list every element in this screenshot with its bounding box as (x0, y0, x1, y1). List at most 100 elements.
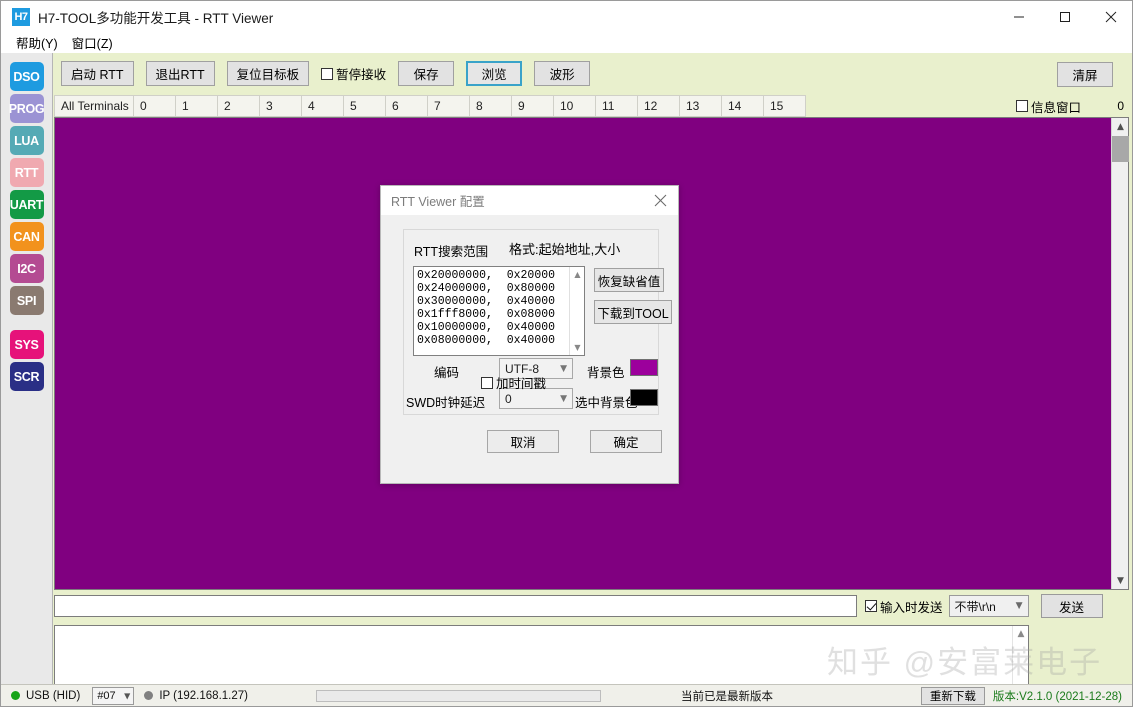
send-button[interactable]: 发送 (1040, 594, 1103, 618)
scroll-down-icon[interactable]: ▼ (570, 340, 584, 355)
tab-1[interactable]: 1 (176, 95, 218, 117)
application-window: H7 H7-TOOL多功能开发工具 - RTT Viewer 帮助(Y) 窗口(… (0, 0, 1133, 707)
tabstrip-right-area: 信息窗口 0 (1015, 95, 1132, 117)
checkbox-box-icon (865, 600, 877, 612)
tab-7[interactable]: 7 (428, 95, 470, 117)
close-icon[interactable] (1088, 1, 1132, 32)
scroll-up-icon[interactable]: ▲ (570, 267, 584, 282)
menu-bar: 帮助(Y) 窗口(Z) (1, 32, 1132, 53)
rtt-config-dialog: RTT Viewer 配置 RTT搜索范围 格式:起始地址,大小 0x20000… (380, 185, 679, 484)
tab-10[interactable]: 10 (554, 95, 596, 117)
log-content[interactable] (55, 626, 1028, 632)
tab-11[interactable]: 11 (596, 95, 638, 117)
tab-0[interactable]: 0 (134, 95, 176, 117)
window-controls (996, 1, 1132, 32)
window-title: H7-TOOL多功能开发工具 - RTT Viewer (38, 10, 274, 26)
redownload-button[interactable]: 重新下载 (920, 686, 985, 705)
sidebar-item-i2c[interactable]: I2C (9, 254, 44, 283)
terminal-scrollbar[interactable]: ▲ ▼ (1111, 118, 1129, 589)
tab-13[interactable]: 13 (680, 95, 722, 117)
toolbar: 启动 RTT 退出RTT 复位目标板 暂停接收 保存 浏览 波形 清屏 (53, 53, 1132, 94)
send-input[interactable] (54, 595, 857, 617)
tab-4[interactable]: 4 (302, 95, 344, 117)
ip-status-dot-icon (144, 691, 154, 700)
sidebar-item-can[interactable]: CAN (9, 222, 44, 251)
usb-status-dot-icon (11, 691, 20, 700)
sel-bgcolor-label: 选中背景色 (575, 396, 638, 410)
info-window-checkbox[interactable]: 信息窗口 (1015, 97, 1081, 116)
status-bar: USB (HID) #07 ▼ IP (192.168.1.27) 当前已是最新… (1, 684, 1132, 706)
info-window-label: 信息窗口 (1030, 100, 1081, 115)
title-bar: H7 H7-TOOL多功能开发工具 - RTT Viewer (1, 1, 1132, 32)
tab-2[interactable]: 2 (218, 95, 260, 117)
status-progress-bar (315, 689, 601, 702)
sidebar-item-dso[interactable]: DSO (9, 62, 44, 91)
dialog-close-icon[interactable] (642, 186, 678, 215)
download-to-tool-button[interactable]: 下载到TOOL (594, 300, 672, 324)
address-line: 0x1fff8000, 0x08000 (417, 308, 556, 321)
sidebar-item-scr[interactable]: SCR (9, 362, 44, 391)
tab-5[interactable]: 5 (344, 95, 386, 117)
newline-select[interactable]: 不带\r\n ▼ (948, 595, 1029, 617)
reset-target-button[interactable]: 复位目标板 (226, 61, 310, 86)
tab-3[interactable]: 3 (260, 95, 302, 117)
tab-15[interactable]: 15 (764, 95, 806, 117)
address-line: 0x20000000, 0x20000 (417, 269, 556, 282)
tab-9[interactable]: 9 (512, 95, 554, 117)
status-right-area: 重新下载 版本:V2.1.0 (2021-12-28) (920, 686, 1132, 705)
clear-screen-button[interactable]: 清屏 (1057, 62, 1113, 87)
format-hint-label: 格式:起始地址,大小 (509, 242, 621, 257)
sidebar-item-prog[interactable]: PROG (9, 94, 45, 123)
send-row: 输入时发送 不带\r\n ▼ 发送 (54, 593, 1132, 619)
dialog-title: RTT Viewer 配置 (391, 195, 485, 209)
status-message: 当前已是最新版本 (680, 690, 773, 703)
pause-receive-label: 暂停接收 (336, 68, 387, 82)
scroll-down-icon[interactable]: ▼ (1112, 572, 1129, 589)
pause-receive-checkbox[interactable]: 暂停接收 (321, 64, 386, 83)
checkbox-box-icon (321, 67, 334, 80)
scrollbar-thumb[interactable] (1112, 136, 1129, 162)
sidebar-divider (1, 318, 52, 327)
chevron-down-icon: ▼ (560, 393, 567, 404)
tab-all-terminals[interactable]: All Terminals (54, 95, 134, 117)
menu-item-help[interactable]: 帮助(Y) (9, 32, 65, 53)
sidebar-item-lua[interactable]: LUA (9, 126, 44, 155)
bgcolor-swatch[interactable] (630, 359, 658, 376)
maximize-icon[interactable] (1042, 1, 1088, 32)
scroll-up-icon[interactable]: ▲ (1112, 118, 1129, 135)
restore-defaults-button[interactable]: 恢复缺省值 (594, 268, 664, 292)
address-line: 0x24000000, 0x80000 (417, 282, 556, 295)
sidebar-item-sys[interactable]: SYS (9, 330, 44, 359)
version-label: 版本:V2.1.0 (2021-12-28) (992, 690, 1122, 703)
tab-12[interactable]: 12 (638, 95, 680, 117)
save-button[interactable]: 保存 (398, 61, 455, 86)
terminal-tabs: All Terminals 0 1 2 3 4 5 6 7 8 9 10 11 … (54, 95, 1132, 117)
send-on-input-checkbox[interactable]: 输入时发送 (865, 597, 943, 616)
browse-button[interactable]: 浏览 (466, 61, 523, 86)
address-list-scrollbar[interactable]: ▲ ▼ (569, 267, 584, 355)
timestamp-label: 加时间戳 (496, 377, 547, 391)
sidebar-item-spi[interactable]: SPI (9, 286, 44, 315)
device-id-select[interactable]: #07 ▼ (92, 686, 135, 705)
minimize-icon[interactable] (996, 1, 1042, 32)
sidebar-item-rtt[interactable]: RTT (9, 158, 44, 187)
timestamp-checkbox[interactable]: 加时间戳 (481, 373, 546, 392)
app-logo-icon: H7 (12, 7, 30, 26)
usb-status: USB (HID) (1, 685, 80, 707)
tab-6[interactable]: 6 (386, 95, 428, 117)
scroll-up-icon[interactable]: ▲ (1013, 626, 1029, 642)
waveform-button[interactable]: 波形 (534, 61, 591, 86)
tab-14[interactable]: 14 (722, 95, 764, 117)
menu-item-window[interactable]: 窗口(Z) (65, 32, 120, 53)
sidebar-item-uart[interactable]: UART (9, 190, 44, 219)
exit-rtt-button[interactable]: 退出RTT (145, 61, 215, 86)
address-list-box[interactable]: 0x20000000, 0x20000 0x24000000, 0x80000 … (413, 266, 585, 356)
ok-button[interactable]: 确定 (590, 430, 662, 453)
checkbox-box-icon (1015, 100, 1028, 112)
tab-8[interactable]: 8 (470, 95, 512, 117)
start-rtt-button[interactable]: 启动 RTT (61, 61, 134, 86)
address-list: 0x20000000, 0x20000 0x24000000, 0x80000 … (414, 267, 584, 347)
cancel-button[interactable]: 取消 (487, 430, 559, 453)
sel-bgcolor-swatch[interactable] (630, 389, 658, 406)
tab-counter: 0 (1117, 99, 1124, 113)
